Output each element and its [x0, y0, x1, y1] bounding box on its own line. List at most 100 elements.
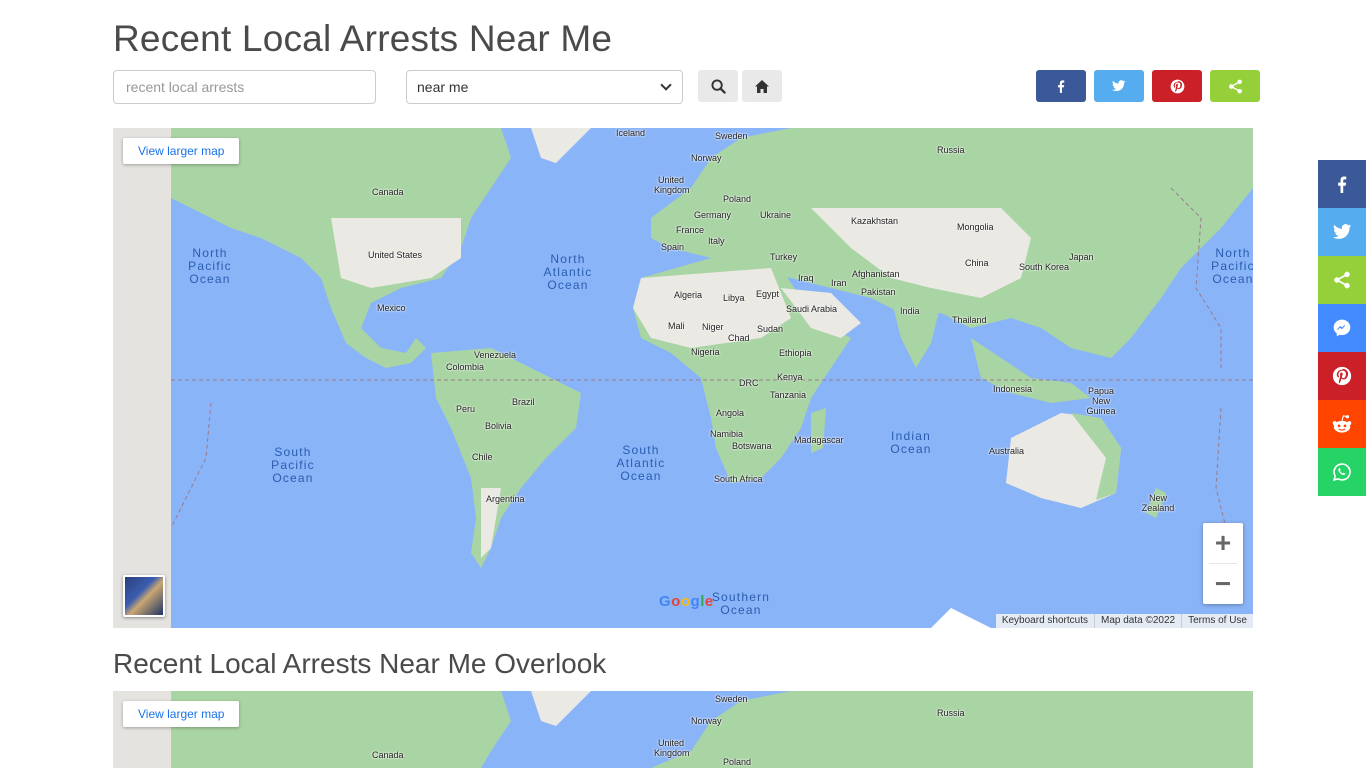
ocean-label: North Pacific Ocean	[188, 246, 232, 286]
map-label: Niger	[702, 322, 724, 332]
sharethis-button[interactable]	[1210, 70, 1260, 102]
map-label: Russia	[937, 708, 965, 718]
map-label: Botswana	[732, 441, 772, 451]
ocean-label: South Atlantic Ocean	[616, 443, 666, 483]
map-label: France	[676, 225, 705, 235]
map-label: Algeria	[674, 290, 703, 300]
map-label: Pakistan	[861, 287, 896, 297]
map-data-attribution: Map data ©2022	[1094, 614, 1181, 628]
map-label: Norway	[691, 716, 722, 726]
map-label: New Zealand	[1141, 493, 1175, 513]
map-label: India	[900, 306, 920, 316]
map-landmass	[171, 128, 1253, 628]
ocean-label: South Pacific Ocean	[271, 445, 315, 485]
map-label: Norway	[691, 153, 722, 163]
view-larger-map-link[interactable]: View larger map	[123, 138, 240, 164]
map-label: Iraq	[798, 273, 814, 283]
map-label: Ukraine	[760, 210, 792, 220]
twitter-icon	[1332, 224, 1351, 239]
map-label: Brazil	[512, 397, 535, 407]
ocean-label: Indian Ocean	[890, 429, 932, 456]
world-map[interactable]: View larger map Iceland Sweden Russia No…	[113, 128, 1253, 628]
whatsapp-icon	[1332, 463, 1351, 482]
zoom-in-button[interactable]: +	[1203, 523, 1243, 563]
google-logo: Google	[659, 593, 714, 610]
facebook-icon	[1338, 175, 1347, 193]
facebook-share-button[interactable]	[1036, 70, 1086, 102]
sidebar-facebook-button[interactable]	[1318, 160, 1366, 208]
map-label: Germany	[694, 210, 732, 220]
zoom-control: + −	[1203, 523, 1243, 604]
search-input[interactable]	[113, 70, 376, 104]
map-label: Sudan	[757, 324, 784, 334]
map-label: Kazakhstan	[851, 216, 899, 226]
terms-of-use-link[interactable]: Terms of Use	[1181, 614, 1253, 628]
home-icon	[755, 79, 769, 93]
map-label: Canada	[372, 187, 404, 197]
map-label: Japan	[1069, 252, 1094, 262]
reddit-icon	[1332, 415, 1352, 433]
home-button[interactable]	[742, 70, 782, 102]
map-label: Mali	[668, 321, 685, 331]
map-label: Nigeria	[691, 347, 720, 357]
facebook-icon	[1058, 79, 1065, 93]
search-button[interactable]	[698, 70, 738, 102]
map-label: Colombia	[446, 362, 485, 372]
keyboard-shortcuts-link[interactable]: Keyboard shortcuts	[996, 614, 1094, 628]
map-label: United States	[368, 250, 423, 260]
location-select[interactable]: near me	[406, 70, 683, 104]
map-label: Namibia	[710, 429, 744, 439]
share-icon	[1228, 79, 1242, 93]
map-label: Russia	[937, 145, 965, 155]
map-label: Argentina	[486, 494, 525, 504]
map-label: Indonesia	[993, 384, 1033, 394]
sidebar-reddit-button[interactable]	[1318, 400, 1366, 448]
twitter-share-button[interactable]	[1094, 70, 1144, 102]
map-label: Chad	[728, 333, 750, 343]
map-label: Poland	[723, 194, 752, 204]
pinterest-share-button[interactable]	[1152, 70, 1202, 102]
map-label: Mexico	[377, 303, 406, 313]
sidebar-messenger-button[interactable]	[1318, 304, 1366, 352]
map-label: United Kingdom	[654, 738, 690, 758]
view-larger-map-link[interactable]: View larger map	[123, 701, 240, 727]
map-label: Kenya	[777, 372, 803, 382]
sidebar-twitter-button[interactable]	[1318, 208, 1366, 256]
sidebar-share-button[interactable]	[1318, 256, 1366, 304]
page-title: Recent Local Arrests Near Me	[113, 18, 613, 59]
floating-share-sidebar	[1318, 160, 1366, 496]
overlook-heading: Recent Local Arrests Near Me Overlook	[113, 648, 607, 679]
sidebar-whatsapp-button[interactable]	[1318, 448, 1366, 496]
messenger-icon	[1333, 319, 1351, 337]
pinterest-icon	[1170, 79, 1184, 93]
map-label: Venezuela	[474, 350, 517, 360]
map-label: United Kingdom	[654, 175, 690, 195]
overlook-map[interactable]: View larger map Sweden Russia Norway Can…	[113, 691, 1253, 768]
map-label: DRC	[739, 378, 759, 388]
map-label: Mongolia	[957, 222, 994, 232]
location-select-value: near me	[417, 79, 469, 95]
map-label: Madagascar	[794, 435, 844, 445]
map-label: Tanzania	[770, 390, 807, 400]
map-label: Poland	[723, 757, 752, 767]
share-icon	[1334, 271, 1350, 289]
map-label: Libya	[723, 293, 745, 303]
pinterest-icon	[1332, 366, 1352, 386]
map-label: Canada	[372, 750, 404, 760]
map-label: Thailand	[952, 315, 987, 325]
satellite-toggle[interactable]	[123, 575, 165, 617]
ocean-label: North Atlantic Ocean	[543, 252, 593, 292]
map-landmass	[171, 691, 1253, 768]
chevron-down-icon	[660, 79, 672, 91]
map-label: Ethiopia	[779, 348, 812, 358]
map-label: Bolivia	[485, 421, 512, 431]
map-label: Egypt	[756, 289, 780, 299]
map-label: Sweden	[715, 694, 748, 704]
map-edge	[113, 128, 171, 628]
map-label: Iran	[831, 278, 847, 288]
sidebar-pinterest-button[interactable]	[1318, 352, 1366, 400]
map-label: Australia	[989, 446, 1025, 456]
map-label: Papua New Guinea	[1086, 386, 1116, 416]
zoom-out-button[interactable]: −	[1203, 564, 1243, 604]
ocean-label: North Pacific Ocean	[1211, 246, 1253, 286]
